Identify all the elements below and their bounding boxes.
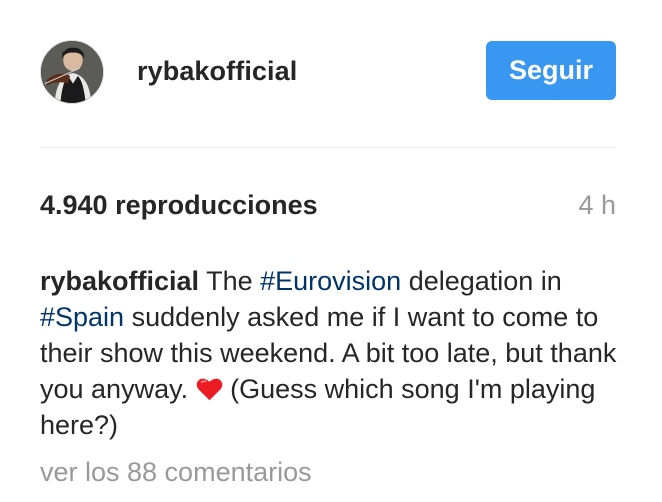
avatar[interactable] [40,40,104,104]
header-divider [40,147,616,148]
caption-author[interactable]: rybakofficial [40,266,199,296]
post-stats: 4.940 reproducciones 4 h [40,190,616,222]
follow-button[interactable]: Seguir [486,41,616,100]
hashtag-spain[interactable]: #Spain [40,302,124,332]
profile-photo-icon [41,41,103,103]
post-timestamp[interactable]: 4 h [578,190,616,221]
hashtag-eurovision[interactable]: #Eurovision [260,266,401,296]
author-username[interactable]: rybakofficial [137,56,297,87]
views-count: 4.940 reproducciones [40,190,318,220]
red-heart-icon [196,376,223,402]
view-comments-link[interactable]: ver los 88 comentarios [40,457,312,488]
post-header: rybakofficial Seguir [0,0,662,148]
caption-text-1: The [199,266,261,296]
post-caption: rybakofficial The #Eurovision delegation… [40,263,620,443]
caption-text-2: delegation in [401,266,562,296]
